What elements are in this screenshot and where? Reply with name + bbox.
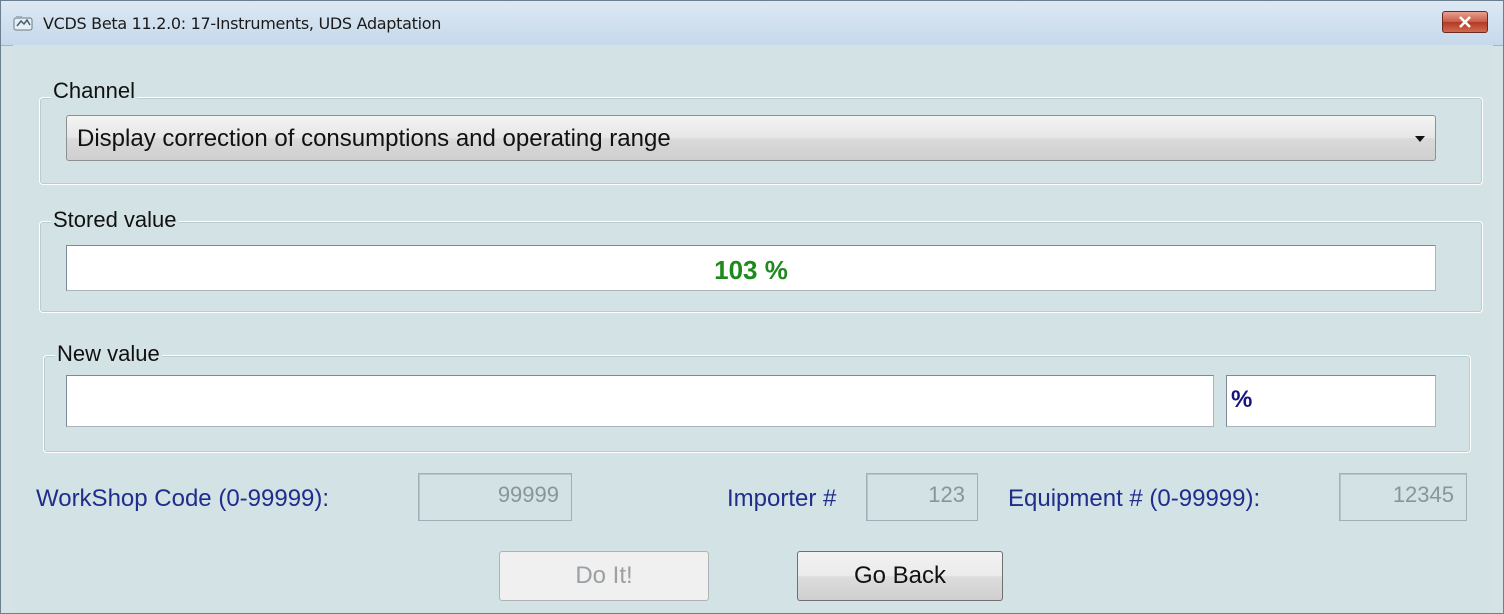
adaptation-window: VCDS Beta 11.2.0: 17-Instruments, UDS Ad…: [0, 0, 1504, 614]
importer-field: 123: [866, 473, 978, 521]
go-back-button[interactable]: Go Back: [797, 551, 1003, 601]
chevron-down-icon: [1415, 136, 1425, 142]
close-icon: [1459, 16, 1471, 28]
workshop-code-value: 99999: [497, 482, 559, 507]
close-button[interactable]: [1442, 11, 1488, 33]
channel-label: Channel: [51, 78, 137, 104]
stored-value-text: 103 %: [714, 255, 788, 285]
do-it-button[interactable]: Do It!: [499, 551, 709, 601]
workshop-code-label: WorkShop Code (0-99999):: [36, 485, 330, 512]
title-bar: VCDS Beta 11.2.0: 17-Instruments, UDS Ad…: [1, 1, 1503, 46]
workshop-code-field: 99999: [418, 473, 572, 521]
unit-field: %: [1226, 375, 1436, 427]
importer-value: 123: [928, 482, 965, 507]
channel-selected-value: Display correction of consumptions and o…: [77, 125, 671, 152]
channel-select[interactable]: Display correction of consumptions and o…: [66, 115, 1436, 161]
importer-label: Importer #: [727, 485, 837, 512]
stored-value-label: Stored value: [51, 207, 179, 233]
vcds-app-icon: [13, 15, 35, 33]
equipment-field: 12345: [1339, 473, 1467, 521]
equipment-label: Equipment # (0-99999):: [1008, 485, 1261, 512]
window-title: VCDS Beta 11.2.0: 17-Instruments, UDS Ad…: [43, 14, 442, 33]
new-value-label: New value: [55, 341, 162, 367]
stored-value-field: 103 %: [66, 245, 1436, 291]
dialog-content: Channel Display correction of consumptio…: [13, 45, 1493, 613]
new-value-input[interactable]: [66, 375, 1214, 427]
unit-text: %: [1231, 386, 1253, 413]
equipment-value: 12345: [1392, 482, 1454, 507]
